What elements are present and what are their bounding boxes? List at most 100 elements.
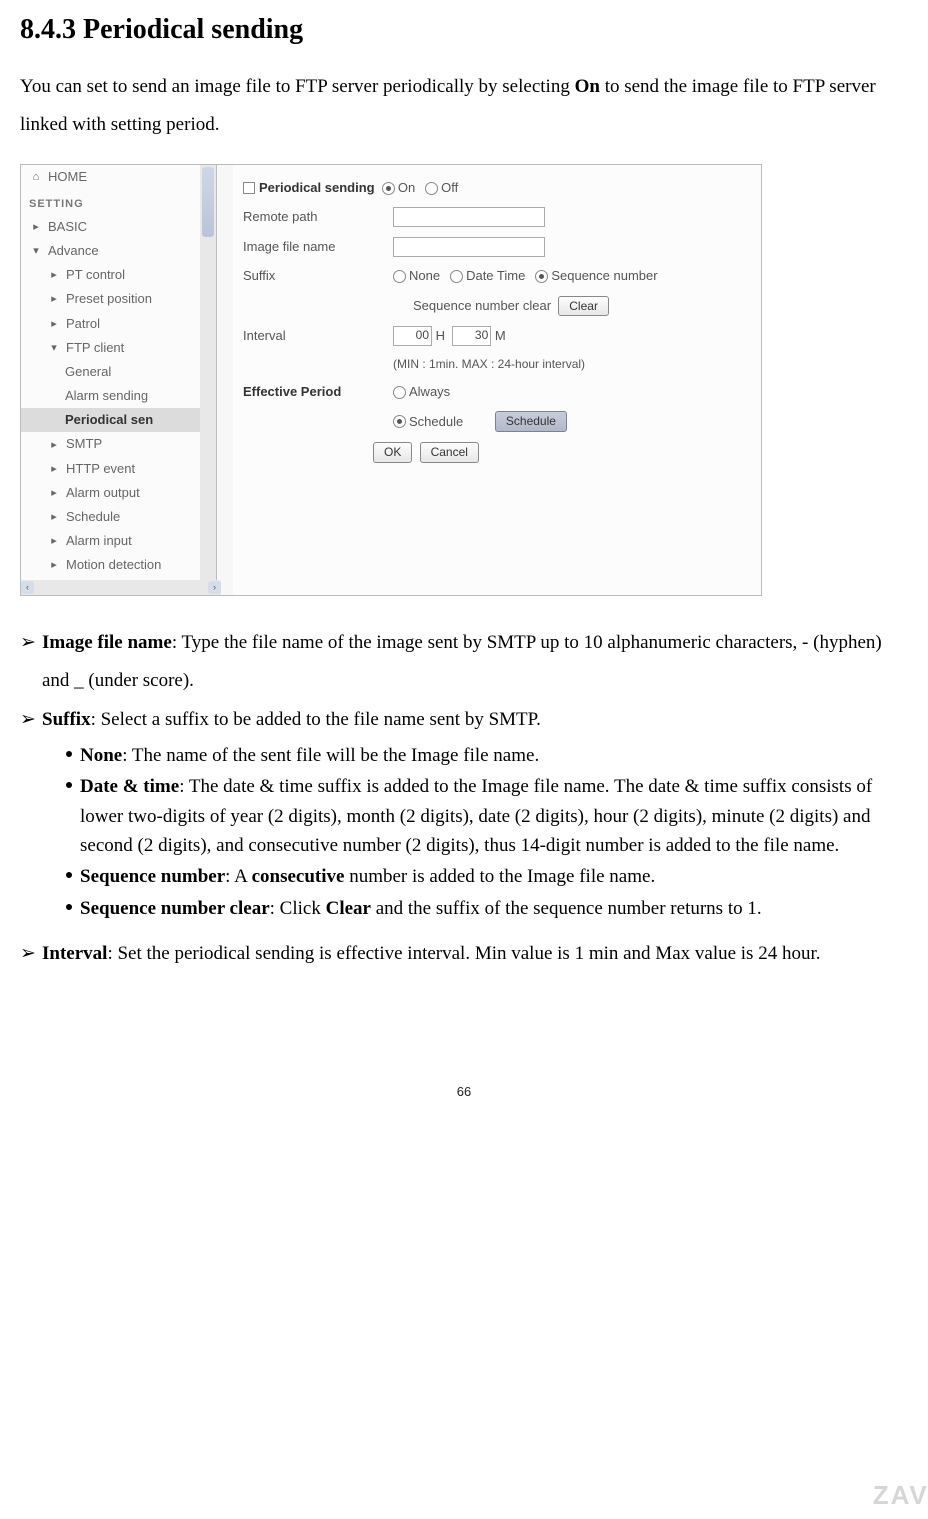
bullet-interval: ➢ Interval: Set the periodical sending i… bbox=[20, 935, 908, 973]
radio-suffix-sequence[interactable]: Sequence number bbox=[535, 267, 657, 285]
bullet-icon: ➢ bbox=[20, 935, 42, 973]
sidebar-item-label: Alarm input bbox=[66, 532, 132, 550]
checkbox-icon[interactable] bbox=[243, 182, 255, 194]
home-icon: ⌂ bbox=[29, 170, 43, 184]
sidebar-item-label: Patrol bbox=[66, 315, 100, 333]
desc-dt-text: : The date & time suffix is added to the… bbox=[80, 776, 872, 856]
desc-suffix-lead: Suffix bbox=[42, 709, 91, 730]
sidebar-item-label: Alarm output bbox=[66, 484, 140, 502]
clear-button[interactable]: Clear bbox=[558, 296, 609, 317]
intro-text-bold: On bbox=[575, 76, 600, 97]
radio-on-label: On bbox=[398, 179, 415, 197]
sidebar-basic[interactable]: ▸ BASIC bbox=[21, 215, 216, 239]
sidebar-item-preset-position[interactable]: ▸Preset position bbox=[21, 287, 216, 311]
desc-ifn-lead: Image file name bbox=[42, 632, 172, 653]
sub-bullet-list: None: The name of the sent file will be … bbox=[20, 741, 908, 924]
radio-suffix-datetime[interactable]: Date Time bbox=[450, 267, 525, 285]
cancel-button[interactable]: Cancel bbox=[420, 442, 479, 463]
image-file-name-input[interactable] bbox=[393, 237, 545, 257]
folder-open-icon: ▾ bbox=[47, 341, 61, 355]
radio-dot-on-icon bbox=[382, 182, 395, 195]
sidebar-item-label: Motion detection bbox=[66, 556, 161, 574]
page-icon: ▸ bbox=[47, 510, 61, 524]
sidebar-item-motion-detection[interactable]: ▸Motion detection bbox=[21, 553, 216, 577]
radio-schedule[interactable]: Schedule bbox=[393, 413, 463, 431]
remote-path-input[interactable] bbox=[393, 207, 545, 227]
interval-hours-input[interactable]: 00 bbox=[393, 326, 432, 346]
schedule-button[interactable]: Schedule bbox=[495, 411, 567, 432]
sidebar-item-pt-control[interactable]: ▸ PT control bbox=[21, 263, 216, 287]
radio-always[interactable]: Always bbox=[393, 383, 450, 401]
desc-snc-post: and the suffix of the sequence number re… bbox=[371, 898, 762, 919]
ok-button[interactable]: OK bbox=[373, 442, 412, 463]
sidebar-home[interactable]: ⌂ HOME bbox=[21, 165, 216, 189]
page-icon: ▸ bbox=[47, 462, 61, 476]
radio-dot-icon bbox=[393, 386, 406, 399]
desc-snc-lead: Sequence number clear bbox=[80, 898, 270, 919]
bullet-image-file-name: ➢ Image file name: Type the file name of… bbox=[20, 624, 908, 700]
sidebar-advance-label: Advance bbox=[48, 242, 99, 260]
radio-sequence-label: Sequence number bbox=[551, 267, 657, 285]
desc-sn-bold: consecutive bbox=[252, 866, 345, 887]
sidebar-item-label: Schedule bbox=[66, 508, 120, 526]
radio-off-label: Off bbox=[441, 179, 458, 197]
vertical-scrollbar[interactable] bbox=[200, 165, 216, 583]
sidebar-item-label: Periodical sen bbox=[65, 411, 153, 429]
sidebar-item-periodical-sending[interactable]: Periodical sen bbox=[21, 408, 216, 432]
watermark-logo: ZAVI bbox=[873, 1477, 928, 1513]
sidebar-item-alarm-input[interactable]: ▸Alarm input bbox=[21, 529, 216, 553]
sidebar-item-smtp[interactable]: ▸SMTP bbox=[21, 432, 216, 456]
page-icon: ▸ bbox=[47, 486, 61, 500]
sidebar-item-label: PT control bbox=[66, 266, 125, 284]
radio-dot-icon bbox=[450, 270, 463, 283]
desc-sn-post: number is added to the Image file name. bbox=[344, 866, 655, 887]
scrollbar-thumb[interactable] bbox=[202, 167, 214, 237]
scroll-left-icon[interactable]: ‹ bbox=[21, 581, 34, 594]
radio-none-label: None bbox=[409, 267, 440, 285]
scroll-right-icon[interactable]: › bbox=[208, 581, 221, 594]
page-icon: ▸ bbox=[47, 317, 61, 331]
horizontal-scrollbar[interactable]: ‹ › bbox=[21, 580, 221, 595]
sidebar-advance[interactable]: ▾ Advance bbox=[21, 239, 216, 263]
radio-dot-icon bbox=[425, 182, 438, 195]
sidebar-item-alarm-output[interactable]: ▸ Alarm output bbox=[21, 481, 216, 505]
sidebar-item-schedule[interactable]: ▸ Schedule bbox=[21, 505, 216, 529]
label-effective-period: Effective Period bbox=[243, 383, 393, 401]
desc-sn-pre: : A bbox=[225, 866, 251, 887]
desc-none-text: : The name of the sent file will be the … bbox=[122, 745, 539, 766]
radio-suffix-none[interactable]: None bbox=[393, 267, 440, 285]
intro-text-pre: You can set to send an image file to FTP… bbox=[20, 76, 575, 97]
label-image-file-name: Image file name bbox=[243, 238, 393, 256]
page-icon: ▸ bbox=[47, 292, 61, 306]
label-sequence-clear: Sequence number clear bbox=[413, 297, 551, 315]
radio-off[interactable]: Off bbox=[425, 179, 458, 197]
label-remote-path: Remote path bbox=[243, 208, 393, 226]
sidebar-item-label: Alarm sending bbox=[65, 387, 148, 405]
label-interval: Interval bbox=[243, 327, 393, 345]
subbullet-sequence-number-clear: Sequence number clear: Click Clear and t… bbox=[66, 894, 908, 923]
sidebar-item-ftp-client[interactable]: ▾ FTP client bbox=[21, 336, 216, 360]
intro-paragraph: You can set to send an image file to FTP… bbox=[20, 68, 908, 144]
label-suffix: Suffix bbox=[243, 267, 393, 285]
settings-screenshot: ⌂ HOME SETTING ▸ BASIC ▾ Advance ▸PT con… bbox=[20, 164, 762, 596]
page-icon: ▸ bbox=[47, 268, 61, 282]
radio-datetime-label: Date Time bbox=[466, 267, 525, 285]
sidebar-item-general[interactable]: General bbox=[21, 360, 216, 384]
folder-open-icon: ▾ bbox=[29, 244, 43, 258]
sidebar-item-alarm-sending[interactable]: Alarm sending bbox=[21, 384, 216, 408]
radio-on[interactable]: On bbox=[382, 179, 415, 197]
sidebar-item-patrol[interactable]: ▸ Patrol bbox=[21, 312, 216, 336]
minutes-unit: M bbox=[495, 327, 506, 345]
subbullet-sequence-number: Sequence number: A consecutive number is… bbox=[66, 862, 908, 891]
radio-always-label: Always bbox=[409, 383, 450, 401]
sidebar-item-http-event[interactable]: ▸HTTP event bbox=[21, 457, 216, 481]
sidebar-item-label: General bbox=[65, 363, 111, 381]
settings-content: Periodical sending On Off Remote path Im… bbox=[233, 165, 761, 596]
radio-dot-icon bbox=[393, 270, 406, 283]
sidebar: ⌂ HOME SETTING ▸ BASIC ▾ Advance ▸PT con… bbox=[21, 165, 217, 583]
interval-minutes-input[interactable]: 30 bbox=[452, 326, 491, 346]
desc-snc-pre: : Click bbox=[270, 898, 326, 919]
description-block: ➢ Image file name: Type the file name of… bbox=[20, 624, 908, 973]
bullet-suffix: ➢ Suffix: Select a suffix to be added to… bbox=[20, 706, 908, 735]
sidebar-item-label: FTP client bbox=[66, 339, 124, 357]
